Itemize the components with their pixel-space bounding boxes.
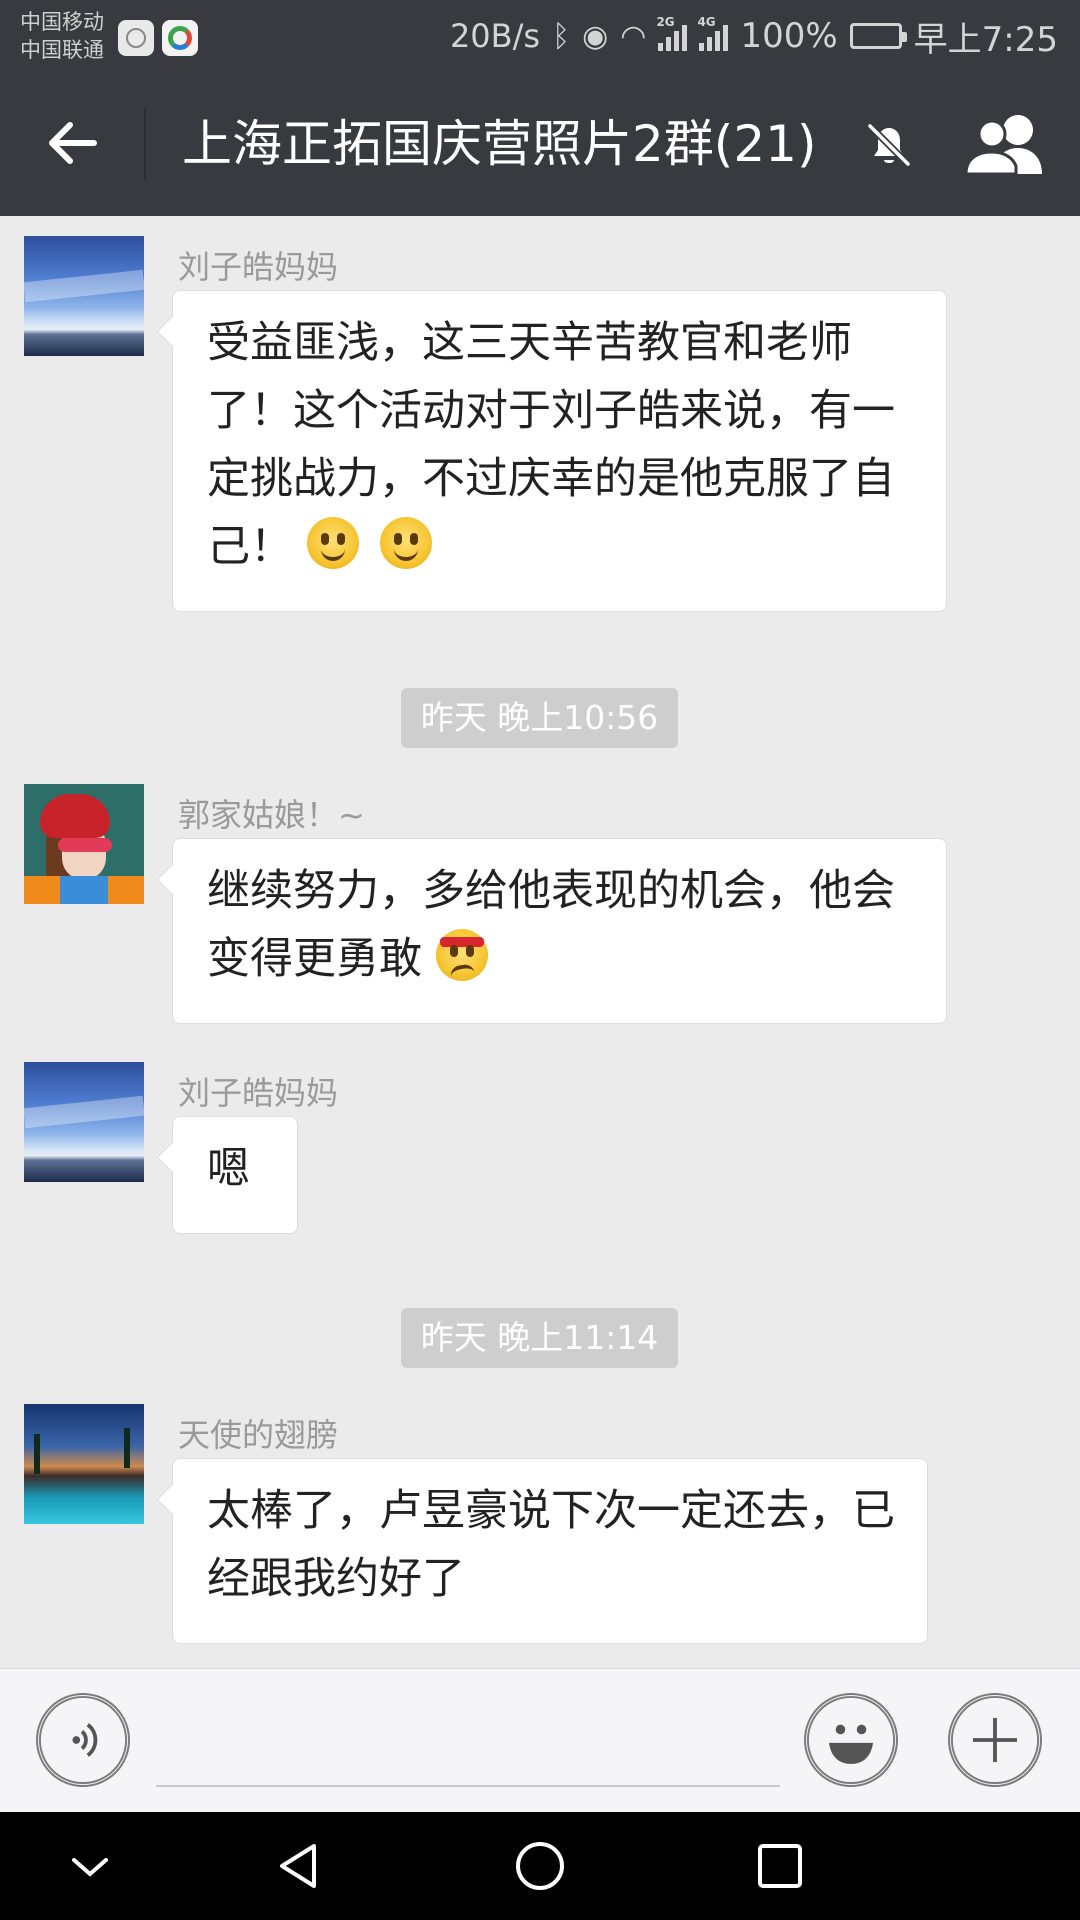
header-divider [144, 108, 146, 180]
notification-app-icon [162, 20, 198, 56]
bluetooth-icon: ᛒ [552, 18, 571, 54]
voice-icon[interactable] [36, 1693, 130, 1787]
battery-icon [849, 23, 907, 49]
battery-percent: 100% [740, 16, 838, 56]
mi-app-icon [118, 20, 154, 56]
back-arrow-icon[interactable] [40, 108, 110, 178]
message-text: 继续努力，多给他表现的机会，他会变得更勇敢 [207, 866, 895, 984]
carrier-1: 中国移动 [20, 10, 104, 34]
clock: 早上7:25 [913, 19, 1058, 60]
chat-list[interactable]: 刘子皓妈妈 受益匪浅，这三天辛苦教官和老师了！这个活动对于刘子皓来说，有一定挑战… [0, 216, 1080, 1668]
signal-2g-icon: 2G [656, 15, 688, 51]
mute-bell-icon [867, 123, 911, 167]
smile-emoji [306, 517, 359, 569]
signal-4g-icon: 4G [697, 15, 729, 51]
message-bubble[interactable]: 受益匪浅，这三天辛苦教官和老师了！这个活动对于刘子皓来说，有一定挑战力，不过庆幸… [172, 290, 947, 612]
time-divider: 昨天 晚上10:56 [401, 688, 678, 748]
nav-back-icon[interactable] [270, 1836, 330, 1896]
status-bar: 中国移动 中国联通 20B/s ᛒ ◉ ◠ 2G 4G 100% 早上7:25 [0, 0, 1080, 72]
message-text: 太棒了，卢昱豪说下次一定还去，已经跟我约好了 [207, 1486, 895, 1604]
determined-emoji [435, 929, 488, 981]
avatar[interactable] [24, 784, 144, 904]
avatar[interactable] [24, 236, 144, 356]
sender-name: 郭家姑娘！~ [178, 796, 365, 834]
eye-icon: ◉ [582, 18, 609, 54]
message-input[interactable] [156, 1785, 780, 1787]
emoji-icon[interactable] [804, 1693, 898, 1787]
signal-2g-label: 2G [656, 15, 675, 29]
carrier-2: 中国联通 [20, 38, 104, 62]
status-right: 20B/s ᛒ ◉ ◠ 2G 4G 100% 早上7:25 [449, 14, 1058, 60]
message-bubble[interactable]: 太棒了，卢昱豪说下次一定还去，已经跟我约好了 [172, 1458, 928, 1644]
system-nav-bar [0, 1812, 1080, 1920]
nav-down-icon[interactable] [60, 1836, 120, 1896]
time-divider: 昨天 晚上11:14 [401, 1308, 678, 1368]
chat-header: 上海正拓国庆营照片2群(21) [0, 72, 1080, 216]
members-icon[interactable] [962, 110, 1050, 180]
sender-name: 刘子皓妈妈 [178, 1074, 339, 1112]
nav-home-icon[interactable] [510, 1836, 570, 1896]
avatar[interactable] [24, 1404, 144, 1524]
signal-4g-label: 4G [697, 15, 716, 29]
wifi-icon: ◠ [620, 18, 647, 54]
input-bar [0, 1668, 1080, 1813]
sender-name: 天使的翅膀 [178, 1416, 339, 1454]
message-text: 嗯 [207, 1144, 250, 1194]
network-speed: 20B/s [449, 17, 541, 55]
plus-icon[interactable] [948, 1693, 1042, 1787]
message-bubble[interactable]: 继续努力，多给他表现的机会，他会变得更勇敢 [172, 838, 947, 1024]
message-bubble[interactable]: 嗯 [172, 1116, 298, 1234]
avatar[interactable] [24, 1062, 144, 1182]
nav-recent-icon[interactable] [750, 1836, 810, 1896]
chat-title: 上海正拓国庆营照片2群(21) [182, 115, 817, 173]
smile-emoji [380, 517, 433, 569]
carrier-info: 中国移动 中国联通 [20, 8, 104, 64]
sender-name: 刘子皓妈妈 [178, 248, 339, 286]
